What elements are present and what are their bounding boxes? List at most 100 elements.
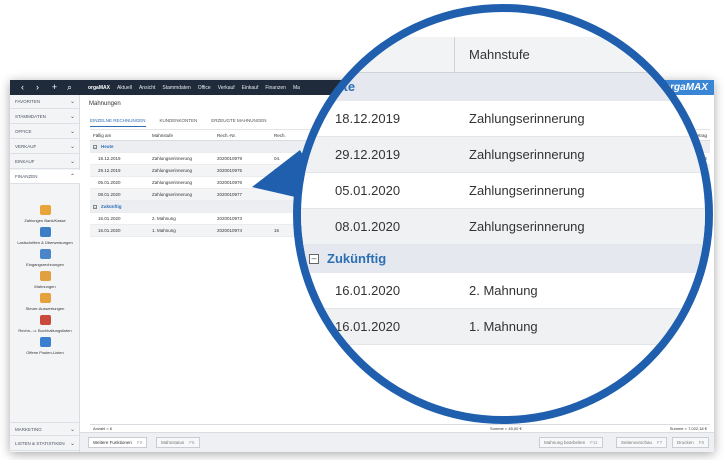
collapse-icon[interactable]: – [93,145,97,149]
menu-finanzen[interactable]: Finanzen [265,85,286,91]
zoomed-row: 05.01.2020 Zahlungserinnerung [301,173,705,209]
zoomed-stufe: Zahlungserinnerung [469,219,585,234]
menu-ansicht[interactable]: Ansicht [139,85,155,91]
mahnstatus-button[interactable]: Mahnstatus F6 [156,437,200,448]
more-functions-button[interactable]: Weitere Funktionen F2 [88,437,148,448]
cell-nr: 2020010979 [217,156,243,161]
row-count: Anzahl = 6 [93,426,113,431]
search-icon[interactable]: ⌕ [62,80,77,95]
zoomed-stufe: 1. Mahnung [469,319,538,334]
section-label: OFFICE [15,129,32,134]
chevron-down-icon: ⌄ [69,129,75,135]
cell-stufe: Zahlungserinnerung [152,156,193,161]
sidebar-item-label: Offene Posten-Listen [26,350,64,355]
cell-stufe: 1. Mahnung [152,228,176,233]
back-arrow-icon[interactable]: ‹ [15,80,30,95]
shortcut-label: F8 [698,440,705,445]
section-label: LISTEN & STATISTIKEN [15,441,65,446]
zoomed-header: Fällig am Mahnstufe [301,37,705,73]
zoomed-date: 08.01.2020 [335,219,401,234]
sidebar-section-favoriten[interactable]: FAVORITEN ⌄ [10,95,80,109]
zoomed-group-zukuenftig: – Zukünftig [301,245,705,273]
cell-rech: 12. [274,168,281,173]
zoomed-row: 16.01.2020 1. Mahnung [301,309,705,345]
cell-nr: 2020010973 [217,216,243,221]
cell-nr: 2020010977 [217,192,243,197]
menu-orgamax[interactable]: orgaMAX [88,85,110,91]
cell-nr: 2020010974 [217,228,243,233]
zoomed-date: 18.12.2019 [335,111,401,126]
sidebar: FAVORITEN ⌄ STAMMDATEN ⌄ OFFICE ⌄ VERKAUF ⌄ … [10,95,80,452]
column-divider [454,37,455,73]
print-button[interactable]: Drucken F8 [672,437,710,448]
collapse-icon[interactable]: – [93,205,97,209]
zoomed-date: 29.12.2019 [335,147,401,162]
cell-date: 16.01.2020 [98,228,121,233]
button-label: Drucken [677,440,694,445]
cell-rech: 04. [274,156,281,161]
add-icon[interactable]: + [47,80,62,95]
sidebar-item-label: Zahlungen Bank/Kasse [24,218,66,223]
sidebar-section-listen[interactable]: LISTEN & STATISTIKEN ⌄ [10,437,80,451]
sidebar-item-steuer[interactable]: Steuer-Auswertungen [10,293,80,311]
menu-marketing[interactable]: Ma [293,85,300,91]
sidebar-section-einkauf[interactable]: EINKAUF ⌄ [10,155,80,169]
shortcut-label: F2 [136,440,143,445]
main-menu: orgaMAX Aktuell Ansicht Stammdaten Offic… [88,80,307,95]
button-label: Mahnung bearbeiten [544,440,586,445]
sidebar-item-label: Lastschriften & Überweisungen [17,240,73,245]
cell-rech: 16 [274,228,280,233]
zoomed-group-label: Zukünftig [327,251,387,266]
tab-kundenkonten[interactable]: KUNDENKONTEN [160,116,198,127]
cell-nr: 2020010976 [217,180,243,185]
tab-einzelne-rechnungen[interactable]: EINZELNE RECHNUNGEN [90,116,146,127]
sidebar-item-label: Eingangsrechnungen [26,262,64,267]
table-footer: Anzahl = 6 Summe = 45,00 € Summe = 7.022… [90,424,710,432]
sidebar-item-lastschriften[interactable]: Lastschriften & Überweisungen [10,227,80,245]
menu-stammdaten[interactable]: Stammdaten [162,85,190,91]
zoomed-row: 29.12.2019 Zahlungserinnerung [301,137,705,173]
cell-date: 05.01.2020 [98,180,121,185]
reminder-icon [39,271,51,281]
menu-einkauf[interactable]: Einkauf [242,85,259,91]
sidebar-item-mahnungen[interactable]: Mahnungen [10,271,80,289]
sidebar-item-buchhaltungslisten[interactable]: Rechn.- u. Buchhaltungslisten [10,315,80,333]
sidebar-section-marketing[interactable]: MARKETING ⌄ [10,422,80,436]
tab-erzeugte-mahnungen[interactable]: ERZEUGTE MAHNUNGEN [211,116,266,127]
zoomed-column-faellig: Fällig am [296,47,334,62]
shortcut-label: F7 [657,440,663,445]
zoomed-row: 18.12.2019 Zahlungserinnerung [301,101,705,137]
zoomed-stufe: 2. Mahnung [469,283,538,298]
sidebar-section-finanzen[interactable]: FINANZEN ⌃ [10,170,80,184]
sidebar-section-stammdaten[interactable]: STAMMDATEN ⌄ [10,110,80,124]
sidebar-section-verkauf[interactable]: VERKAUF ⌄ [10,140,80,154]
menu-verkauf[interactable]: Verkauf [218,85,235,91]
sidebar-section-office[interactable]: OFFICE ⌄ [10,125,80,139]
cell-stufe: 2. Mahnung [152,216,176,221]
zoomed-column-mahnstufe: Mahnstufe [469,47,530,62]
menu-aktuell[interactable]: Aktuell [117,85,132,91]
forward-arrow-icon[interactable]: › [30,80,45,95]
zoomed-date: 16.01.2020 [335,283,401,298]
zoomed-row: 16.01.2020 2. Mahnung [301,273,705,309]
zoomed-group-label: Heute [319,79,356,94]
menu-office[interactable]: Office [198,85,211,91]
zoomed-stufe: Zahlungserinnerung [469,111,585,126]
sidebar-item-eingangsrechnungen[interactable]: Eingangsrechnungen [10,249,80,267]
page-preview-button[interactable]: Seitenvorschau F7 [616,437,668,448]
cell-stufe: Zahlungserinnerung [152,180,193,185]
action-bar: Weitere Funktionen F2 Mahnstatus F6 Mahnun… [80,432,714,452]
cell-stufe: Zahlungserinnerung [152,192,193,197]
button-label: Mahnstatus [161,440,185,445]
invoice-icon [39,249,51,259]
page-title: Mahnungen [89,101,121,107]
edit-reminder-button[interactable]: Mahnung bearbeiten F11 [539,437,603,448]
cell-date: 16.01.2020 [98,216,121,221]
section-label: VERKAUF [15,144,37,149]
sidebar-item-zahlungen[interactable]: Zahlungen Bank/Kasse [10,205,80,223]
cell-nr: 2020010975 [217,168,243,173]
sidebar-item-offene-posten[interactable]: Offene Posten-Listen [10,337,80,355]
zoomed-date: 16.01.2020 [335,319,401,334]
sum-betrag: Summe = 45,00 € [490,426,522,431]
chevron-down-icon: ⌄ [69,159,75,165]
